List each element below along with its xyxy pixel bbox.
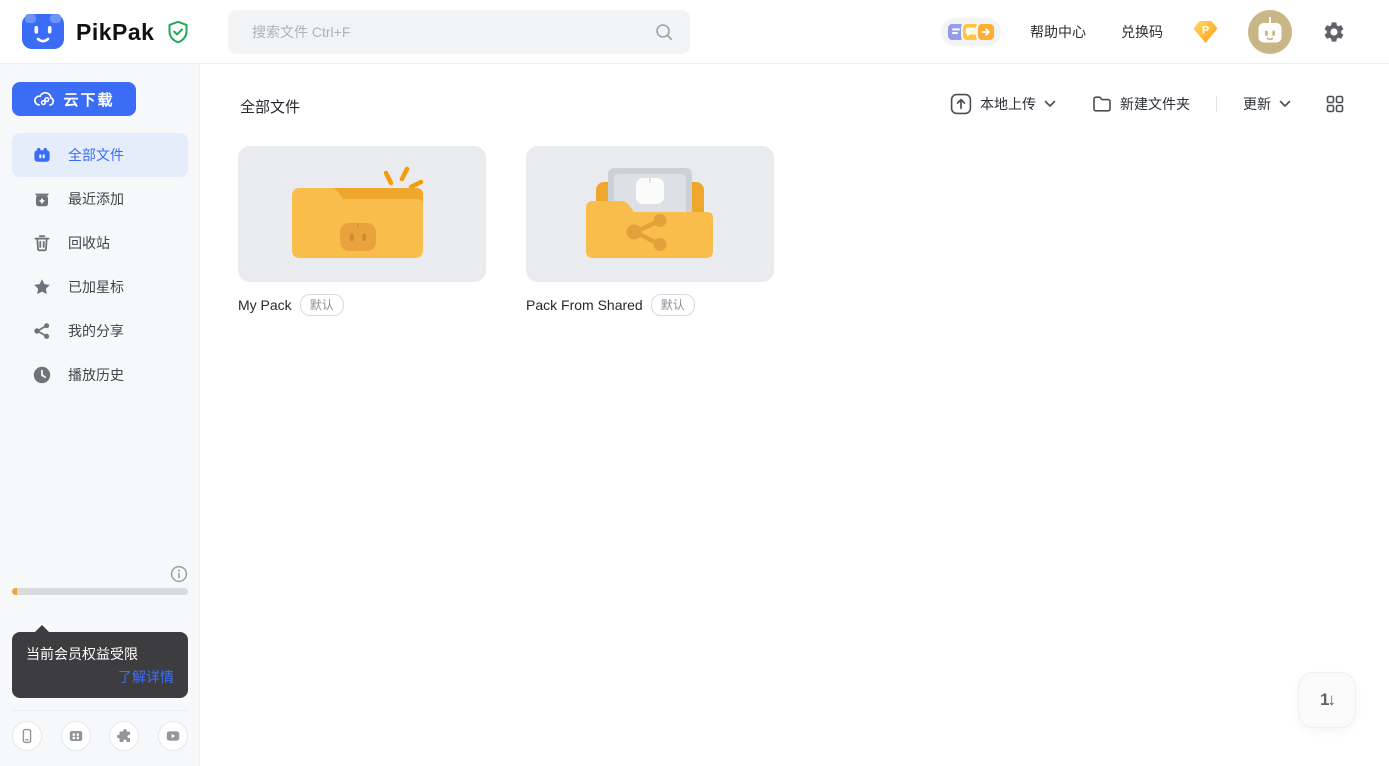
folder-item-pack-from-shared: Pack From Shared 默认	[526, 146, 774, 316]
search-bar	[228, 10, 690, 54]
sidebar-divider	[12, 710, 188, 711]
chevron-down-icon	[1044, 100, 1056, 108]
sidebar-item-label: 全部文件	[68, 145, 124, 165]
mobile-app-icon[interactable]	[12, 721, 42, 751]
cloud-link-icon	[33, 90, 55, 108]
cloud-download-button[interactable]: 云下载	[12, 82, 136, 116]
storage-usage-bar	[12, 588, 188, 595]
trash-icon	[32, 233, 52, 253]
cloud-download-label: 云下载	[63, 89, 114, 110]
folder-card-my-pack[interactable]	[238, 146, 486, 282]
play-history-icon	[32, 365, 52, 385]
brand-title: PikPak	[76, 0, 154, 64]
share-icon	[32, 321, 52, 341]
forward-service-icon[interactable]	[976, 22, 996, 42]
folder-label-row: Pack From Shared 默认	[526, 294, 774, 316]
star-icon	[32, 277, 52, 297]
membership-tooltip: 当前会员权益受限 了解详情	[12, 632, 188, 698]
default-badge: 默认	[300, 294, 344, 316]
sidebar-item-recycle-bin[interactable]: 回收站	[12, 221, 188, 265]
new-folder-button[interactable]: 新建文件夹	[1092, 94, 1190, 114]
help-center-link[interactable]: 帮助中心	[1030, 0, 1086, 64]
storage-info-icon[interactable]	[170, 565, 188, 583]
update-button[interactable]: 更新	[1243, 94, 1291, 114]
folder-name: My Pack	[238, 297, 292, 313]
sidebar-item-label: 播放历史	[68, 365, 124, 385]
main-content: 全部文件 本地上传	[200, 64, 1389, 766]
security-shield-icon	[167, 20, 189, 44]
folder-card-pack-from-shared[interactable]	[526, 146, 774, 282]
pikpak-logo-icon[interactable]	[22, 13, 64, 49]
new-folder-icon	[1092, 95, 1112, 113]
sidebar-item-label: 最近添加	[68, 189, 124, 209]
default-folder-illustration	[292, 166, 432, 271]
sidebar-item-label: 回收站	[68, 233, 110, 253]
toolbar: 本地上传 新建文件夹 更新	[950, 89, 1345, 119]
settings-gear-icon[interactable]	[1322, 20, 1346, 44]
video-channel-icon[interactable]	[158, 721, 188, 751]
learn-more-link[interactable]: 了解详情	[118, 667, 174, 687]
default-badge: 默认	[651, 294, 695, 316]
chevron-down-icon	[1279, 100, 1291, 108]
app-links	[12, 721, 188, 751]
search-icon[interactable]	[654, 22, 674, 42]
folder-item-my-pack: My Pack 默认	[238, 146, 486, 316]
membership-tooltip-title: 当前会员权益受限	[26, 644, 174, 664]
page-title: 全部文件	[240, 96, 300, 117]
folder-grid: My Pack 默认	[238, 146, 774, 316]
premium-badge[interactable]: P	[1192, 19, 1219, 45]
sidebar-item-play-history[interactable]: 播放历史	[12, 353, 188, 397]
pikpak-app: PikPak	[0, 0, 1389, 766]
header: PikPak	[0, 0, 1389, 64]
mini-services-group[interactable]	[941, 18, 1001, 46]
local-upload-label: 本地上传	[980, 94, 1036, 114]
recently-added-icon	[32, 189, 52, 209]
tv-app-icon[interactable]	[61, 721, 91, 751]
folder-label-row: My Pack 默认	[238, 294, 486, 316]
sidebar-item-label: 已加星标	[68, 277, 124, 297]
sidebar-item-label: 我的分享	[68, 321, 124, 341]
search-input[interactable]	[252, 24, 654, 40]
sort-order-glyph: 1↓	[1320, 690, 1334, 710]
shared-folder-illustration	[580, 166, 720, 271]
all-files-icon	[32, 145, 52, 165]
update-label: 更新	[1243, 94, 1271, 114]
sidebar-item-recently-added[interactable]: 最近添加	[12, 177, 188, 221]
toolbar-divider	[1216, 96, 1217, 112]
local-upload-button[interactable]: 本地上传	[950, 93, 1056, 115]
sidebar-item-my-shares[interactable]: 我的分享	[12, 309, 188, 353]
upload-icon	[950, 93, 972, 115]
folder-name: Pack From Shared	[526, 297, 643, 313]
sort-order-button[interactable]: 1↓	[1298, 672, 1356, 728]
sidebar-item-starred[interactable]: 已加星标	[12, 265, 188, 309]
sidebar: 云下载 全部文件	[0, 64, 200, 766]
view-grid-toggle-icon[interactable]	[1325, 94, 1345, 114]
new-folder-label: 新建文件夹	[1120, 94, 1190, 114]
browser-extension-icon[interactable]	[109, 721, 139, 751]
svg-text:P: P	[1202, 25, 1209, 37]
user-avatar[interactable]	[1248, 10, 1292, 54]
storage-used-segment	[12, 588, 17, 595]
redeem-code-link[interactable]: 兑换码	[1121, 0, 1163, 64]
sidebar-item-all-files[interactable]: 全部文件	[12, 133, 188, 177]
sidebar-menu: 全部文件 最近添加	[0, 133, 200, 397]
